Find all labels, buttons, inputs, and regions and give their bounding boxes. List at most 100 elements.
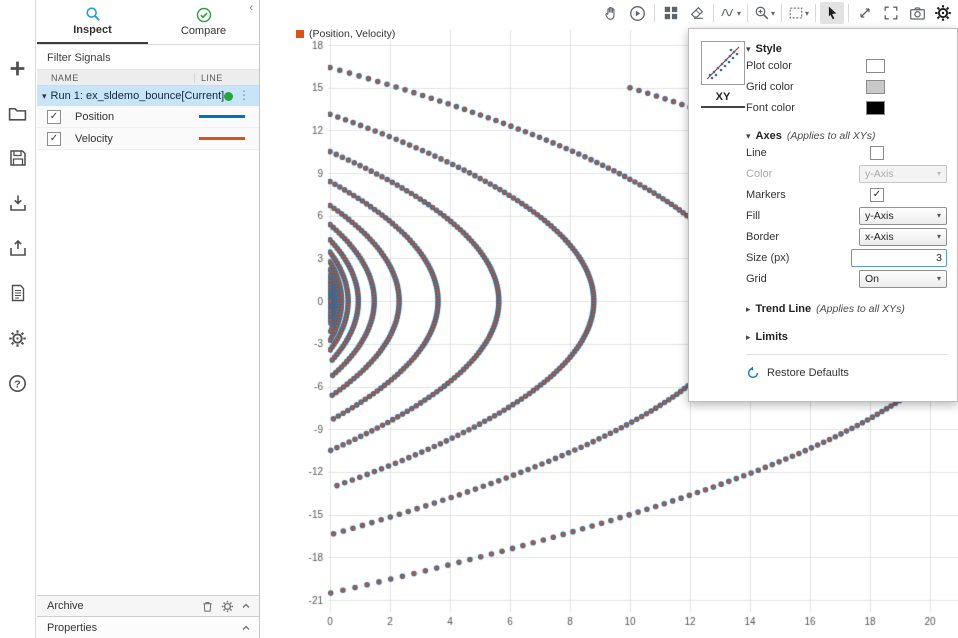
border-dropdown[interactable]: x-Axis ▾ [859, 228, 947, 246]
check-circle-icon [196, 7, 212, 23]
markers-checkbox[interactable]: ✓ [870, 188, 884, 202]
archive-bar[interactable]: Archive [37, 595, 259, 616]
signal-trace-button[interactable]: ▾ [718, 2, 743, 24]
report-button[interactable] [6, 281, 30, 305]
marker-size-input[interactable] [851, 249, 947, 267]
axes-section-title: Axes [756, 130, 782, 142]
plot-color-label: Plot color [746, 60, 792, 72]
fill-dropdown[interactable]: y-Axis ▾ [859, 207, 947, 225]
velocity-checkbox[interactable]: ✓ [47, 132, 61, 146]
caret-right-icon: ▸ [746, 332, 751, 343]
toolbar-separator [747, 4, 748, 22]
signal-row-position[interactable]: ✓ Position [37, 106, 259, 128]
filter-signals-input[interactable] [45, 51, 255, 65]
fullscreen-icon [883, 5, 899, 21]
archive-settings-button[interactable] [221, 600, 234, 613]
plot-area: (Position, Velocity) ▾ ▾ ▾ [260, 0, 958, 638]
velocity-line-sample [199, 137, 245, 140]
zoom-region-button[interactable]: ▾ [786, 2, 811, 24]
signal-row-velocity[interactable]: ✓ Velocity [37, 128, 259, 150]
filter-signals-row [37, 45, 259, 70]
tab-compare-label: Compare [181, 25, 226, 37]
panel-tabs: Inspect Compare ‹ [37, 0, 259, 45]
plot-color-swatch[interactable] [866, 59, 885, 73]
limits-section-header[interactable]: ▸ Limits [746, 331, 947, 343]
plot-settings-button[interactable] [931, 2, 955, 24]
save-button[interactable] [6, 146, 30, 170]
import-icon [9, 194, 27, 212]
grid-color-row: Grid color [746, 76, 947, 97]
fill-label: Fill [746, 210, 760, 222]
gear-icon [221, 600, 234, 613]
trash-icon [201, 600, 214, 613]
export-button[interactable] [6, 236, 30, 260]
run-row[interactable]: ▾ Run 1: ex_sldemo_bounce[Current] ⋮ [37, 86, 259, 106]
snapshot-button[interactable] [905, 2, 929, 24]
caret-down-icon: ▾ [746, 131, 751, 142]
chevron-down-icon: ▾ [737, 9, 741, 18]
size-row: Size (px) [746, 247, 947, 268]
xy-thumbnail-label[interactable]: XY [701, 91, 745, 108]
gear-icon [8, 329, 27, 348]
xy-visualization-thumbnail[interactable] [701, 41, 745, 85]
archive-delete-button[interactable] [201, 600, 214, 613]
border-row: Border x-Axis ▾ [746, 226, 947, 247]
signal-wave-icon [720, 5, 736, 21]
line-checkbox[interactable] [870, 146, 884, 160]
size-label: Size (px) [746, 252, 789, 264]
tab-inspect[interactable]: Inspect [37, 0, 148, 44]
add-button[interactable] [6, 56, 30, 80]
export-icon [9, 239, 27, 257]
gear-icon [934, 4, 952, 22]
tab-inspect-label: Inspect [73, 24, 112, 36]
border-label: Border [746, 231, 779, 243]
properties-collapse-button[interactable] [241, 623, 251, 633]
run-status-dot [224, 92, 233, 101]
diagonal-arrows-icon [857, 5, 873, 21]
restore-defaults-button[interactable]: Restore Defaults [746, 366, 947, 380]
caret-down-icon: ▾ [746, 44, 751, 55]
chevron-down-icon: ▾ [771, 9, 775, 18]
play-circle-icon [629, 5, 646, 22]
chevron-down-icon: ▾ [937, 169, 941, 178]
settings-sections: ▾ Style Plot color Grid color Font color… [746, 37, 947, 380]
plot-settings-popup: XY ▾ Style Plot color Grid color Font co… [688, 28, 958, 402]
layout-button[interactable] [659, 2, 683, 24]
popup-divider [746, 354, 947, 355]
fit-to-view-button[interactable] [853, 2, 877, 24]
pointer-tool-button[interactable] [820, 2, 844, 24]
fullscreen-button[interactable] [879, 2, 903, 24]
fill-row: Fill y-Axis ▾ [746, 205, 947, 226]
color-dropdown-value: y-Axis [865, 168, 894, 180]
folder-icon [8, 104, 27, 123]
style-section-header[interactable]: ▾ Style [746, 43, 947, 55]
collapse-panel-icon[interactable]: ‹ [249, 2, 253, 14]
archive-label: Archive [47, 600, 84, 612]
position-checkbox[interactable]: ✓ [47, 110, 61, 124]
import-button[interactable] [6, 191, 30, 215]
color-dropdown: y-Axis ▾ [859, 165, 947, 183]
open-button[interactable] [6, 101, 30, 125]
simulation-data-inspector-window: ? Inspect Compare ‹ NAME LINE ▾ Run 1: e… [0, 0, 958, 638]
tab-compare[interactable]: Compare [148, 0, 259, 44]
font-color-swatch[interactable] [866, 101, 885, 115]
run-options-icon[interactable]: ⋮ [238, 88, 250, 102]
pan-tool-button[interactable] [600, 2, 624, 24]
grid-color-swatch[interactable] [866, 80, 885, 94]
grid-dropdown[interactable]: On ▾ [859, 270, 947, 288]
run-expand-icon[interactable]: ▾ [42, 91, 47, 102]
limits-section-title: Limits [756, 331, 788, 343]
clear-plots-button[interactable] [685, 2, 709, 24]
help-button[interactable]: ? [6, 371, 30, 395]
eraser-icon [689, 5, 705, 21]
replay-button[interactable] [626, 2, 650, 24]
axes-section-header[interactable]: ▾ Axes (Applies to all XYs) [746, 130, 947, 142]
zoom-in-button[interactable]: ▾ [752, 2, 777, 24]
axes-section-note: (Applies to all XYs) [787, 130, 876, 142]
properties-bar[interactable]: Properties [37, 616, 259, 638]
trend-line-section-header[interactable]: ▸ Trend Line (Applies to all XYs) [746, 303, 947, 315]
archive-collapse-button[interactable] [241, 601, 251, 611]
preferences-button[interactable] [6, 326, 30, 350]
hand-icon [603, 5, 620, 22]
chevron-down-icon: ▾ [805, 9, 809, 18]
